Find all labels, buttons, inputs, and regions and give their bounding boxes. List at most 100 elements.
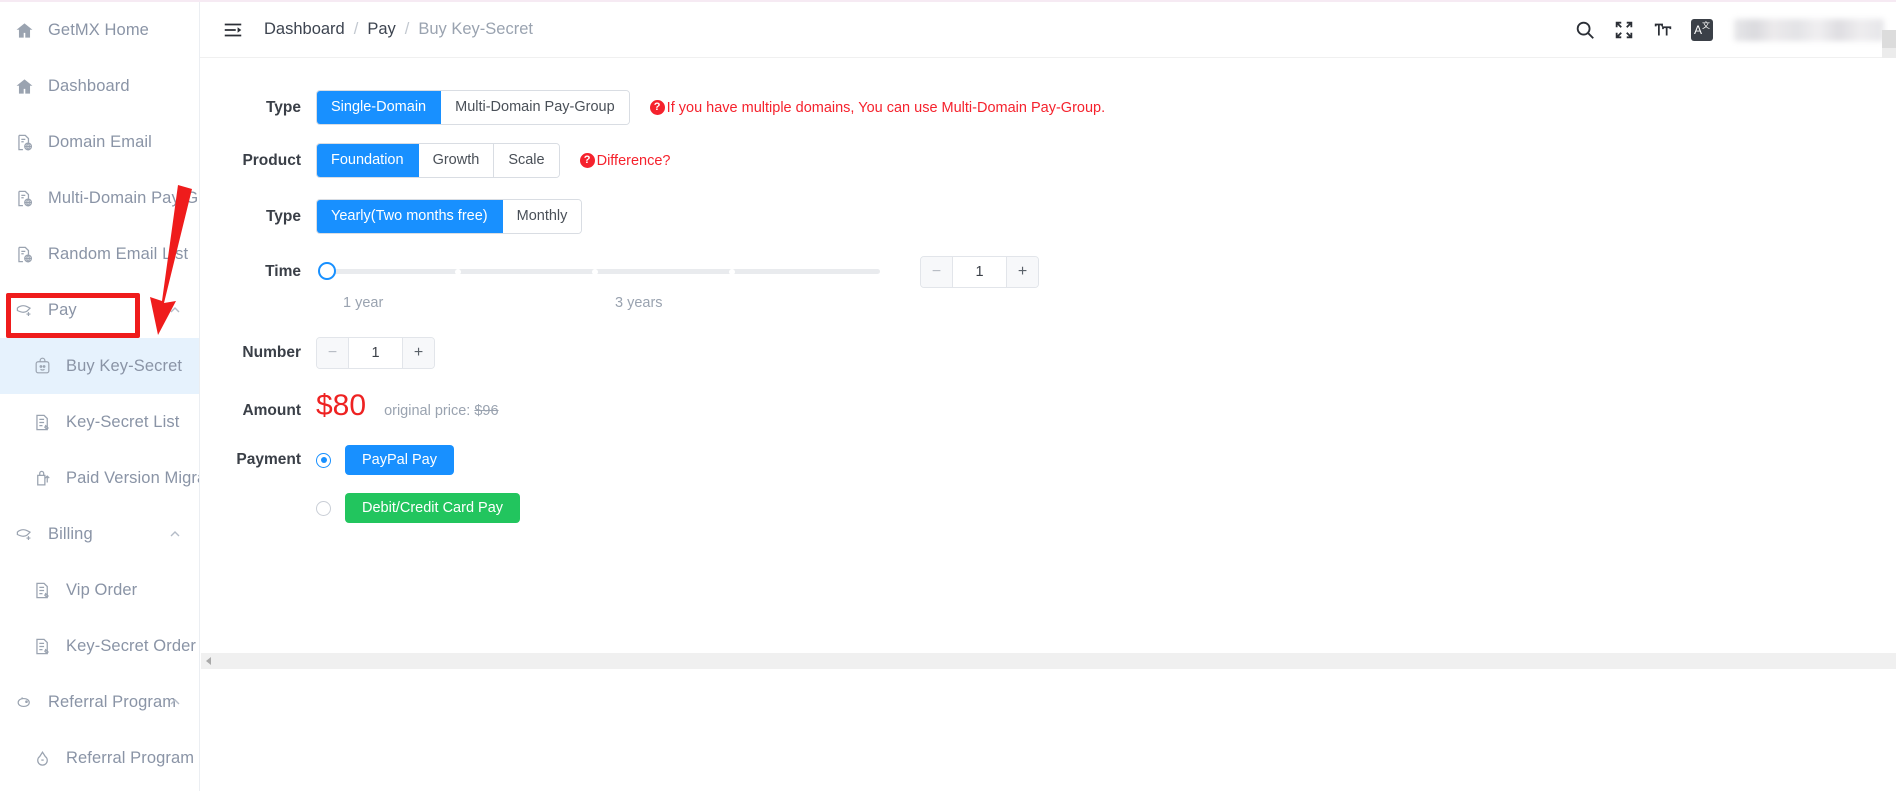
breadcrumb-separator: / bbox=[353, 20, 359, 38]
slider-mark-row: 1 year 3 years bbox=[343, 295, 908, 317]
sidebar-item-key-secret-order[interactable]: Key-Secret Order bbox=[0, 618, 199, 674]
sidebar-group-billing[interactable]: Billing bbox=[0, 506, 199, 562]
paypal-pay-button[interactable]: PayPal Pay bbox=[345, 445, 454, 475]
domain-type-hint-text: If you have multiple domains, You can us… bbox=[666, 99, 1106, 116]
sidebar-group-pay[interactable]: Pay bbox=[0, 282, 199, 338]
amount-value: $80 bbox=[316, 389, 367, 422]
original-price-value: $96 bbox=[474, 403, 499, 419]
domain-type-hint: ? If you have multiple domains, You can … bbox=[649, 99, 1106, 116]
time-increase-button[interactable]: + bbox=[1006, 257, 1038, 287]
sidebar-item-vip-order[interactable]: Vip Order bbox=[0, 562, 199, 618]
billing-type-label: Type bbox=[265, 207, 301, 225]
field-row-payment: Payment PayPal Pay bbox=[201, 445, 1896, 475]
referral-icon bbox=[32, 748, 53, 769]
number-stepper: − 1 + bbox=[316, 337, 435, 369]
sidebar-item-random-email-list[interactable]: Random Email List bbox=[0, 226, 199, 282]
breadcrumb-item-pay[interactable]: Pay bbox=[367, 20, 395, 39]
domain-type-option-single-domain[interactable]: Single-Domain bbox=[317, 91, 442, 124]
menu-fold-icon[interactable] bbox=[222, 19, 244, 41]
product-difference-text: Difference? bbox=[596, 152, 671, 169]
chevron-up-icon bbox=[169, 528, 181, 540]
font-size-icon[interactable] bbox=[1652, 19, 1674, 41]
field-row-amount: Amount $80 original price: $96 bbox=[201, 391, 1896, 421]
search-icon[interactable] bbox=[1574, 19, 1596, 41]
sidebar-item-key-secret-list[interactable]: Key-Secret List bbox=[0, 394, 199, 450]
billing-type-option-yearly[interactable]: Yearly(Two months free) bbox=[317, 200, 503, 233]
sidebar-item-referral-program[interactable]: Referral Program bbox=[0, 730, 199, 786]
question-circle-icon: ? bbox=[579, 153, 595, 168]
list-icon bbox=[32, 636, 53, 657]
time-slider[interactable] bbox=[318, 262, 880, 282]
piggy-icon bbox=[14, 692, 35, 713]
payment-radio-card[interactable] bbox=[316, 500, 331, 516]
scroll-left-arrow-icon[interactable] bbox=[206, 657, 211, 665]
product-option-foundation[interactable]: Foundation bbox=[317, 144, 419, 177]
breadcrumb-separator: / bbox=[404, 20, 410, 38]
slider-tick bbox=[455, 268, 461, 275]
breadcrumb: Dashboard / Pay / Buy Key-Secret bbox=[264, 20, 533, 39]
payment-radio-paypal[interactable] bbox=[316, 452, 331, 468]
sidebar-item-label: Key-Secret Order bbox=[66, 636, 196, 655]
sidebar-item-dashboard[interactable]: Dashboard bbox=[0, 58, 199, 114]
pay-icon bbox=[14, 524, 35, 545]
sidebar-item-label: Referral Program bbox=[48, 692, 177, 711]
scrollbar-thumb[interactable] bbox=[1882, 30, 1896, 48]
time-value[interactable]: 1 bbox=[953, 257, 1006, 287]
question-circle-icon: ? bbox=[649, 100, 665, 115]
time-label: Time bbox=[265, 263, 301, 280]
domain-type-segmented: Single-Domain Multi-Domain Pay-Group bbox=[316, 90, 630, 125]
sidebar-item-label: Buy Key-Secret bbox=[66, 356, 183, 375]
breadcrumb-item-dashboard[interactable]: Dashboard bbox=[264, 20, 345, 39]
pay-icon bbox=[14, 300, 35, 321]
chevron-up-icon bbox=[169, 304, 181, 316]
slider-min-label: 1 year bbox=[343, 295, 384, 311]
billing-type-option-monthly[interactable]: Monthly bbox=[502, 200, 582, 233]
product-difference-link[interactable]: ? Difference? bbox=[579, 152, 671, 169]
sidebar-item-label: Dashboard bbox=[48, 76, 130, 95]
original-price-prefix: original price: bbox=[384, 403, 475, 419]
amount-label: Amount bbox=[242, 402, 301, 419]
product-option-growth[interactable]: Growth bbox=[418, 144, 495, 177]
debit-credit-card-pay-button[interactable]: Debit/Credit Card Pay bbox=[345, 493, 521, 523]
sidebar-item-domain-email[interactable]: Domain Email bbox=[0, 114, 199, 170]
sidebar-item-buy-key-secret[interactable]: Buy Key-Secret bbox=[0, 338, 199, 394]
domain-email-icon bbox=[14, 188, 35, 209]
product-option-scale[interactable]: Scale bbox=[494, 144, 559, 177]
field-row-product: Product Foundation Growth Scale ? Differ… bbox=[201, 143, 1896, 178]
app-root: GetMX Home Dashboard Domain Email Multi-… bbox=[0, 0, 1896, 791]
list-icon bbox=[32, 412, 53, 433]
content-horizontal-scrollbar[interactable] bbox=[201, 653, 1896, 669]
time-slider-marks: 1 year 3 years bbox=[201, 295, 1896, 317]
field-row-domain-type: Type Single-Domain Multi-Domain Pay-Grou… bbox=[201, 90, 1896, 125]
sidebar-item-label: Billing bbox=[48, 524, 93, 543]
page-footer-area bbox=[201, 669, 1896, 791]
sidebar-item-multi-domain-pay-group[interactable]: Multi-Domain Pay-Group bbox=[0, 170, 199, 226]
original-price: original price: $96 bbox=[384, 403, 498, 419]
translate-sup: 文 bbox=[1702, 21, 1710, 30]
domain-type-option-multi-domain[interactable]: Multi-Domain Pay-Group bbox=[441, 91, 629, 124]
slider-handle[interactable] bbox=[318, 262, 336, 280]
sidebar-item-label: Multi-Domain Pay-Group bbox=[48, 188, 199, 207]
time-stepper: − 1 + bbox=[920, 256, 1039, 288]
domain-email-icon bbox=[14, 132, 35, 153]
translate-icon[interactable]: A文 bbox=[1691, 18, 1713, 41]
sidebar-item-paid-version-migration[interactable]: Paid Version Migration bbox=[0, 450, 199, 506]
main-content: Type Single-Domain Multi-Domain Pay-Grou… bbox=[201, 58, 1896, 652]
slider-track[interactable] bbox=[320, 269, 880, 274]
sidebar-group-referral-program[interactable]: Referral Program bbox=[0, 674, 199, 730]
sidebar-item-label: Domain Email bbox=[48, 132, 152, 151]
fullscreen-icon[interactable] bbox=[1613, 19, 1635, 41]
product-label: Product bbox=[242, 151, 301, 169]
number-decrease-button[interactable]: − bbox=[317, 338, 349, 368]
home-icon bbox=[14, 76, 35, 97]
time-decrease-button[interactable]: − bbox=[921, 257, 953, 287]
number-increase-button[interactable]: + bbox=[402, 338, 434, 368]
user-account-label[interactable] bbox=[1734, 18, 1884, 41]
page-vertical-scrollbar[interactable] bbox=[1882, 4, 1896, 62]
sidebar-item-label: GetMX Home bbox=[48, 20, 149, 39]
number-value[interactable]: 1 bbox=[349, 338, 402, 368]
sidebar-item-referred-user-list[interactable]: Referred User List bbox=[0, 786, 199, 791]
sidebar-item-getmx-home[interactable]: GetMX Home bbox=[0, 2, 199, 58]
number-label: Number bbox=[242, 344, 301, 361]
field-row-number: Number − 1 + bbox=[201, 337, 1896, 369]
